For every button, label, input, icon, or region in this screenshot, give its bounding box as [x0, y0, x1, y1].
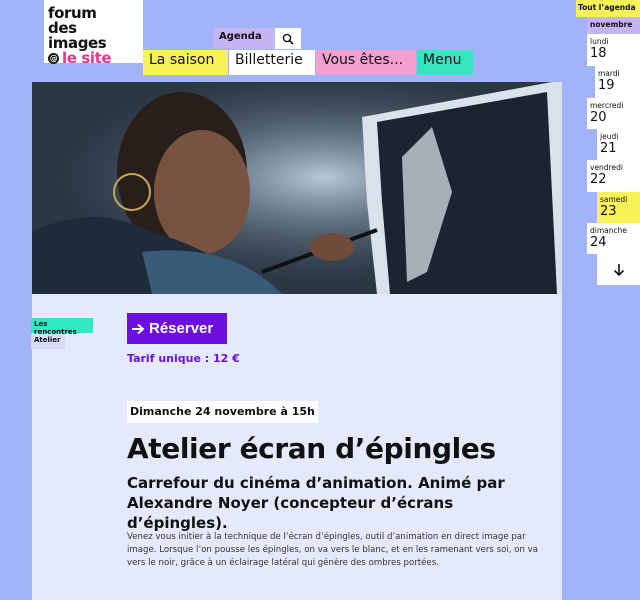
site-logo[interactable]: forum des images @ le site — [44, 0, 143, 66]
nav-vous-etes[interactable]: Vous êtes... — [316, 50, 416, 75]
day-jeudi-21[interactable]: jeudi 21 — [597, 129, 640, 160]
day-number: 18 — [590, 46, 607, 61]
day-number: 19 — [598, 78, 615, 93]
reserve-button[interactable]: Réserver — [127, 313, 227, 344]
hero-image — [32, 82, 562, 294]
day-name: mardi — [598, 69, 620, 78]
day-number: 24 — [590, 235, 607, 250]
day-samedi-23[interactable]: samedi 23 — [597, 192, 640, 223]
month-label: novembre — [587, 17, 640, 34]
nav-agenda-link[interactable]: Agenda — [213, 28, 275, 49]
day-dimanche-24[interactable]: dimanche 24 — [587, 223, 640, 254]
hero-photo-illustration — [32, 82, 562, 294]
event-title: Atelier écran d’épingles — [127, 432, 496, 465]
day-number: 22 — [590, 172, 607, 187]
tag-les-rencontres[interactable]: Les rencontres — [31, 318, 93, 336]
arrow-right-icon — [132, 323, 145, 334]
logo-line-3-text: le site — [62, 49, 112, 67]
logo-line-3: @ le site — [48, 51, 139, 66]
nav-la-saison[interactable]: La saison — [143, 50, 228, 75]
day-name: lundi — [590, 37, 609, 46]
event-description: Venez vous initier à la technique de l’é… — [127, 532, 539, 568]
search-icon — [282, 33, 294, 45]
day-name: samedi — [600, 195, 628, 204]
day-number: 20 — [590, 110, 607, 125]
day-lundi-18[interactable]: lundi 18 — [587, 34, 640, 66]
agenda-scroll-down-button[interactable] — [597, 254, 640, 285]
day-number: 21 — [600, 141, 617, 156]
day-name: dimanche — [590, 226, 627, 235]
nav-billetterie[interactable]: Billetterie — [229, 50, 315, 75]
arrow-down-icon — [613, 263, 624, 276]
tag-atelier[interactable]: Atelier — [31, 334, 65, 349]
day-name: vendredi — [590, 163, 623, 172]
reserve-label: Réserver — [149, 320, 214, 337]
logo-line-2: des images — [48, 19, 107, 52]
price-label: Tarif unique : 12 € — [127, 352, 240, 365]
all-agenda-link[interactable]: Tout l’agenda — [576, 0, 640, 17]
event-subtitle: Carrefour du cinéma d’animation. Animé p… — [127, 474, 505, 532]
day-name: mercredi — [590, 101, 624, 110]
at-icon: @ — [48, 53, 59, 64]
nav-menu[interactable]: Menu — [417, 50, 473, 75]
day-mardi-19[interactable]: mardi 19 — [595, 66, 640, 98]
day-number: 23 — [600, 204, 617, 219]
event-date: Dimanche 24 novembre à 15h — [127, 401, 318, 423]
search-button[interactable] — [275, 28, 301, 49]
day-mercredi-20[interactable]: mercredi 20 — [587, 98, 640, 129]
day-vendredi-22[interactable]: vendredi 22 — [587, 160, 640, 192]
day-name: jeudi — [600, 132, 619, 141]
